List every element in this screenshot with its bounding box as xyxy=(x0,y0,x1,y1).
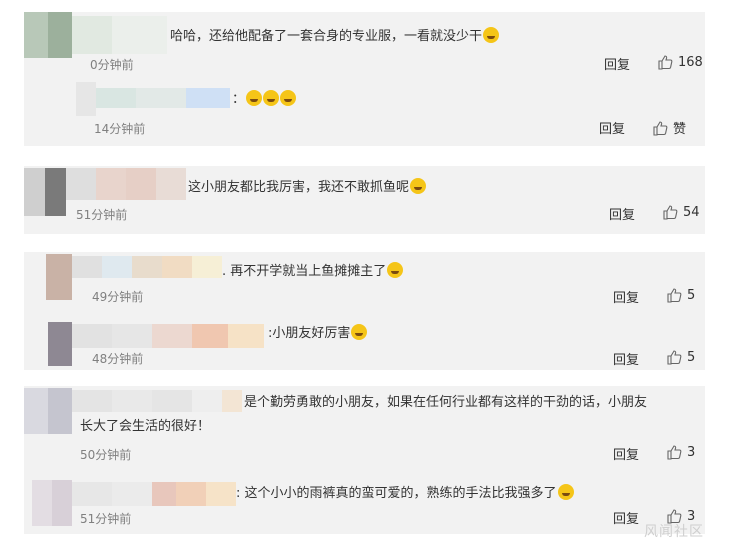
like-button[interactable]: 3 xyxy=(666,444,695,460)
reply-time: 51分钟前 xyxy=(80,512,132,526)
thumbs-up-icon xyxy=(667,445,682,460)
comment-text: . 再不开学就当上鱼摊摊主了 xyxy=(222,262,404,281)
reply-text: : 这个小小的雨裤真的蛮可爱的，熟练的手法比我强多了 xyxy=(236,484,574,503)
thumbs-up-icon xyxy=(667,350,682,365)
laugh-cry-emoji-icon xyxy=(557,484,574,500)
like-button[interactable]: 5 xyxy=(666,349,695,365)
reply-avatar-blurred[interactable] xyxy=(76,82,96,116)
avatar[interactable] xyxy=(46,254,72,300)
thumbs-up-icon xyxy=(663,205,678,220)
reply-text: :小朋友好厉害 xyxy=(268,324,368,343)
reply-button[interactable]: 回复 xyxy=(613,287,639,306)
thumbs-up-icon xyxy=(653,120,668,136)
reply-username-blurred[interactable] xyxy=(96,88,230,108)
reply-avatar-blurred[interactable] xyxy=(32,480,72,526)
reply-text: ： xyxy=(232,90,297,109)
like-button[interactable]: 5 xyxy=(666,287,695,303)
comment-card-2: 这小朋友都比我厉害，我还不敢抓鱼呢 51分钟前 回复 54 xyxy=(24,166,705,234)
laugh-cry-emoji-icon xyxy=(280,90,297,106)
reply-button[interactable]: 回复 xyxy=(609,204,635,223)
like-button[interactable]: 赞 xyxy=(652,118,686,137)
reply-button[interactable]: 回复 xyxy=(599,118,625,137)
comment-time: 0分钟前 xyxy=(90,58,134,72)
username-blurred[interactable] xyxy=(72,16,167,54)
like-count: 168 xyxy=(678,54,703,70)
like-count: 54 xyxy=(683,204,700,220)
like-button[interactable]: 168 xyxy=(657,54,703,70)
like-count: 5 xyxy=(687,287,696,303)
like-count: 5 xyxy=(687,349,696,365)
reply-time: 48分钟前 xyxy=(92,352,144,366)
thumbs-up-icon xyxy=(658,55,673,70)
reply-time: 14分钟前 xyxy=(94,122,146,136)
comment-text-line2: 长大了会生活的很好！ xyxy=(80,419,211,434)
comment-card-1: 哈哈，还给他配备了一套合身的专业服，一看就没少干 0分钟前 回复 168 ： 1… xyxy=(24,12,705,146)
comment-time: 50分钟前 xyxy=(80,448,132,462)
comment-card-4: 是个勤劳勇敢的小朋友，如果在任何行业都有这样的干劲的话，小朋友 长大了会生活的很… xyxy=(24,386,705,534)
crying-emoji-icon xyxy=(410,178,427,194)
like-button[interactable]: 54 xyxy=(662,204,700,220)
like-label: 赞 xyxy=(673,122,687,137)
username-blurred[interactable] xyxy=(72,256,222,278)
comment-time: 51分钟前 xyxy=(76,208,128,222)
comment-text: 这小朋友都比我厉害，我还不敢抓鱼呢 xyxy=(188,178,427,197)
doge-emoji-icon xyxy=(387,262,404,278)
reply-button[interactable]: 回复 xyxy=(613,508,639,527)
like-count: 3 xyxy=(687,444,696,460)
thumbs-up-icon xyxy=(667,288,682,303)
laugh-cry-emoji-icon xyxy=(263,90,280,106)
username-blurred[interactable] xyxy=(66,168,186,200)
comment-time: 49分钟前 xyxy=(92,290,144,304)
laugh-cry-emoji-icon xyxy=(483,27,500,43)
reply-username-blurred[interactable] xyxy=(72,324,264,348)
reply-avatar-blurred[interactable] xyxy=(48,322,72,366)
avatar[interactable] xyxy=(24,168,66,216)
reply-button[interactable]: 回复 xyxy=(613,349,639,368)
comment-text: 哈哈，还给他配备了一套合身的专业服，一看就没少干 xyxy=(170,27,500,46)
watermark: 风闻社区 xyxy=(644,524,704,540)
reply-button[interactable]: 回复 xyxy=(613,444,639,463)
username-blurred[interactable] xyxy=(72,390,242,412)
laugh-cry-emoji-icon xyxy=(246,90,263,106)
thumbs-up-emoji-icon xyxy=(351,324,368,340)
avatar[interactable] xyxy=(24,12,72,58)
comment-card-3: . 再不开学就当上鱼摊摊主了 49分钟前 回复 5 :小朋友好厉害 48分钟前 … xyxy=(24,252,705,370)
avatar[interactable] xyxy=(24,388,72,434)
reply-button[interactable]: 回复 xyxy=(604,54,630,73)
comment-text-line1: 是个勤劳勇敢的小朋友，如果在任何行业都有这样的干劲的话，小朋友 xyxy=(244,395,648,410)
reply-username-blurred[interactable] xyxy=(72,482,236,506)
